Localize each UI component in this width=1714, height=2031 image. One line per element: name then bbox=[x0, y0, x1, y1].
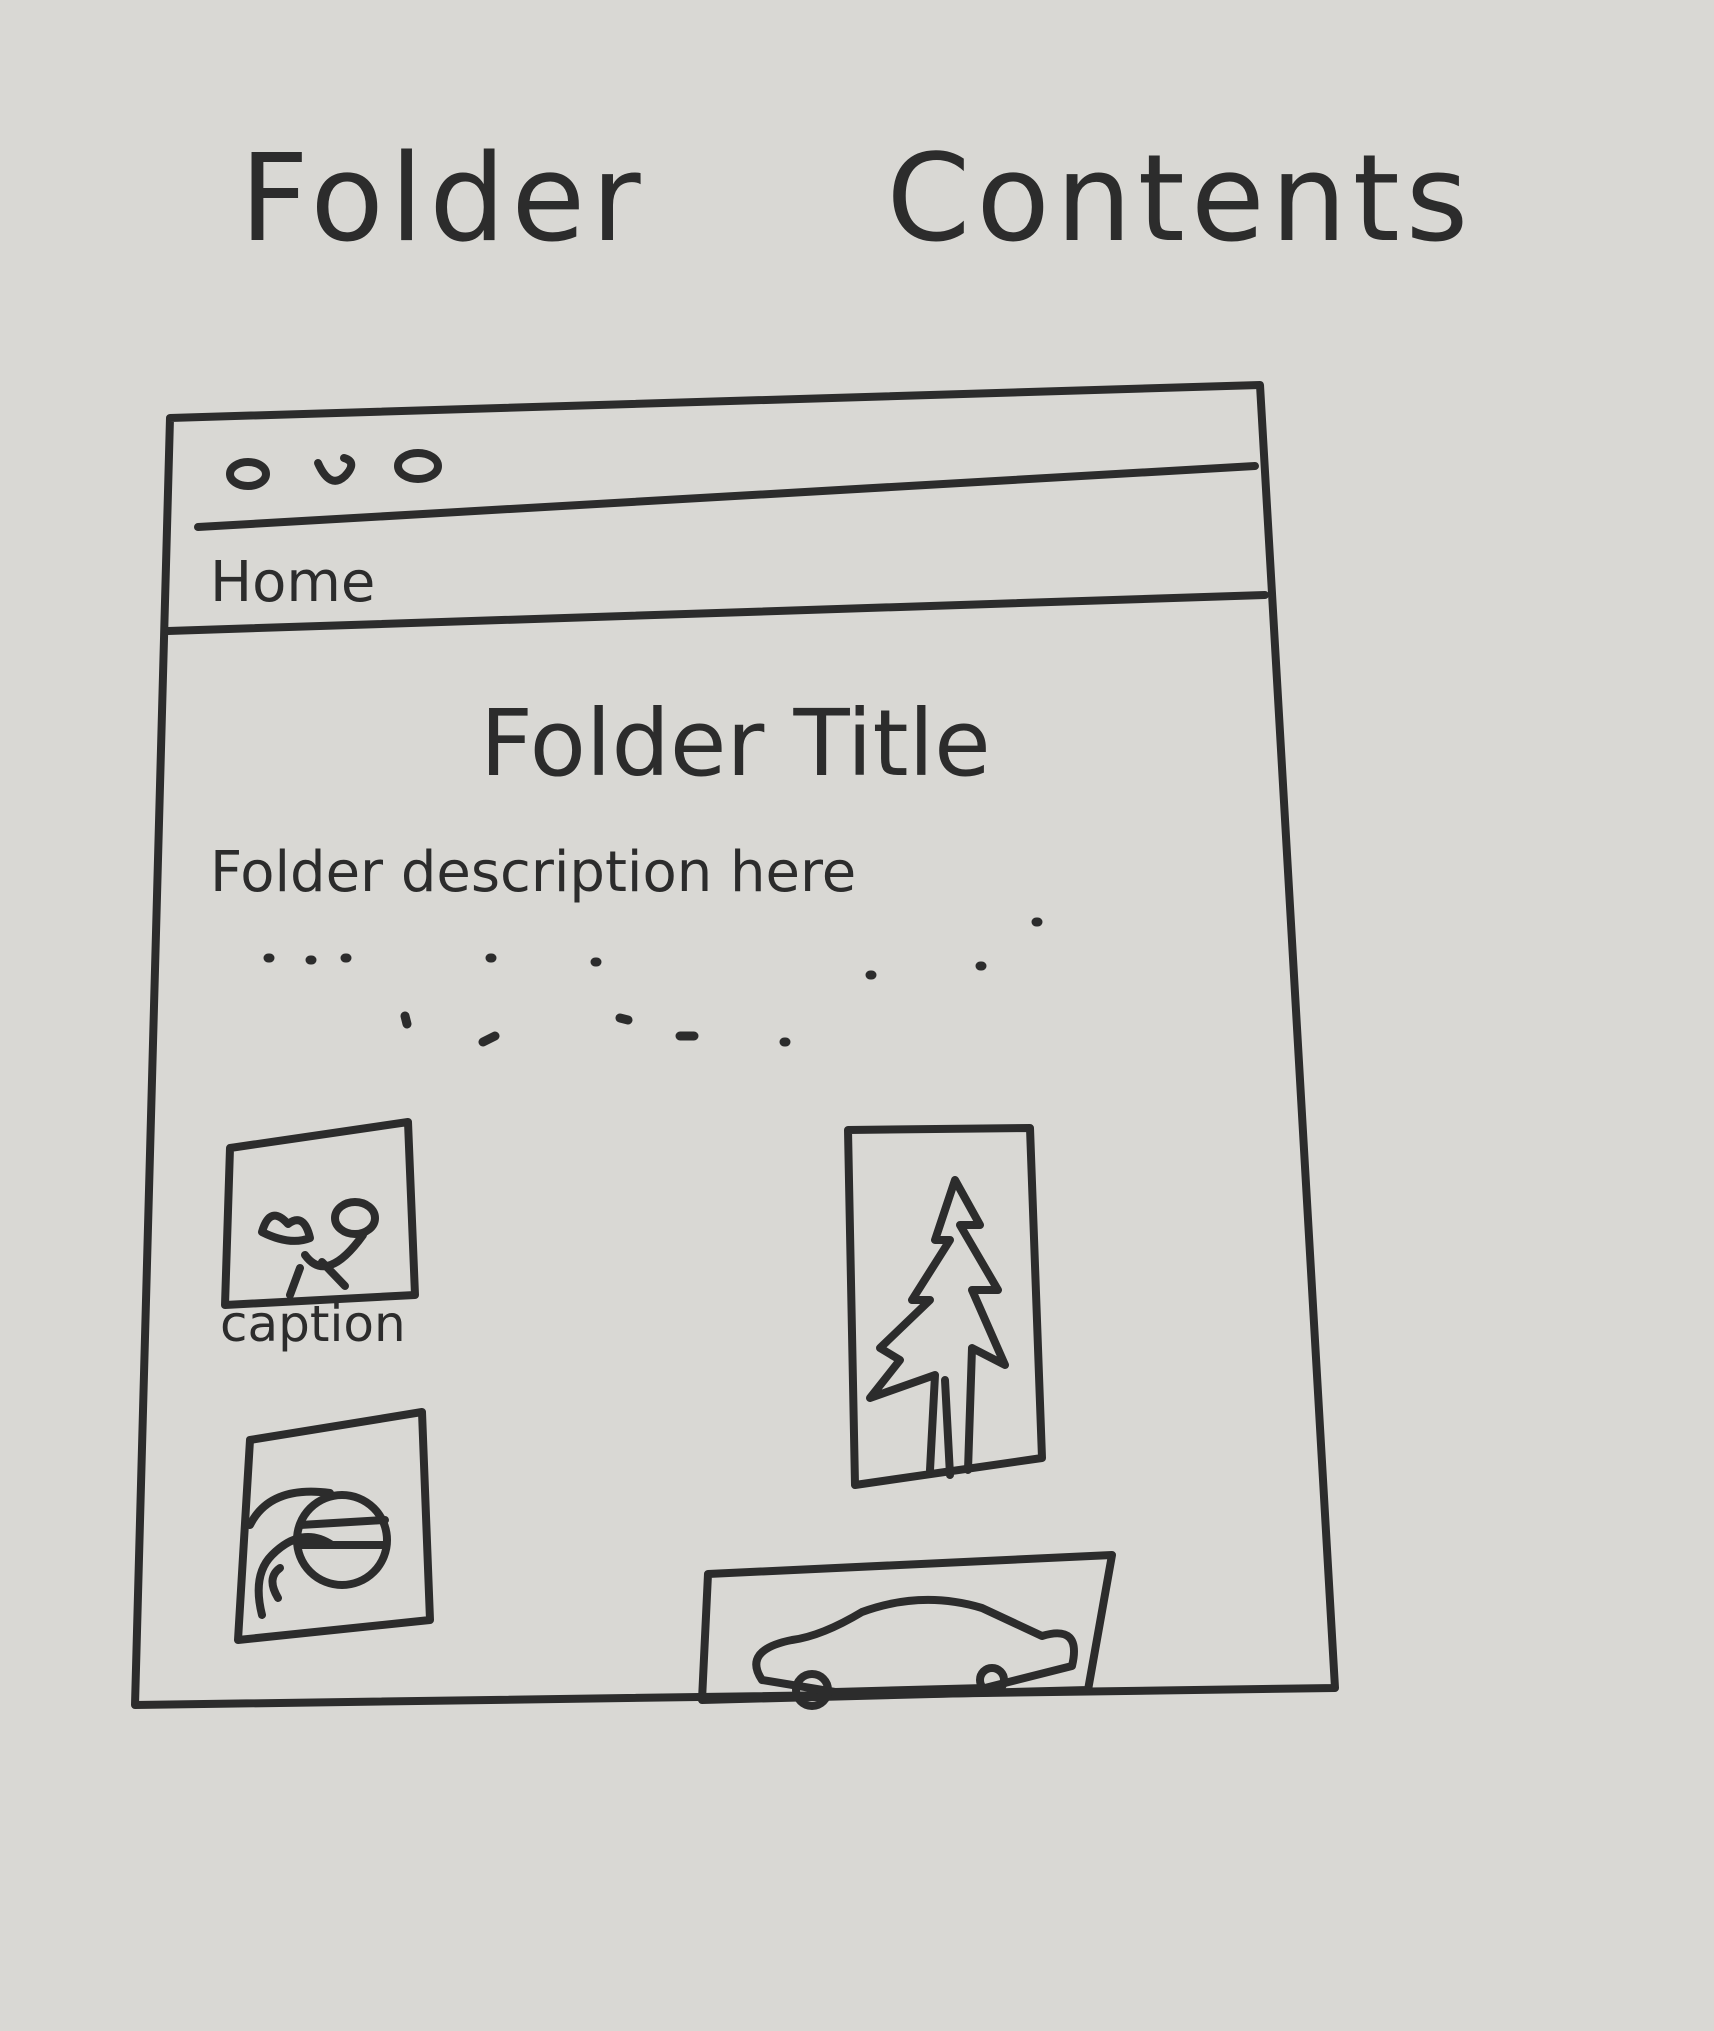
description-placeholder-dots bbox=[263, 917, 1043, 1047]
gallery-item-1[interactable] bbox=[221, 1118, 419, 1309]
wireframe-sketch bbox=[131, 381, 1339, 1710]
nav-home-link[interactable]: Home bbox=[210, 550, 375, 615]
gallery-item-1-caption: caption bbox=[220, 1295, 406, 1353]
window-control-circle-2[interactable] bbox=[314, 454, 356, 485]
window-control-circle-3[interactable] bbox=[394, 449, 442, 483]
folder-description: Folder description here bbox=[210, 840, 857, 905]
titlebar-divider bbox=[194, 462, 1259, 531]
thumbnail-frame-1 bbox=[221, 1118, 419, 1309]
gallery-item-2[interactable] bbox=[844, 1124, 1046, 1489]
face-icon bbox=[258, 1198, 379, 1299]
hand-ball-icon bbox=[246, 1487, 391, 1619]
gallery-item-3[interactable] bbox=[234, 1408, 434, 1644]
folder-title: Folder Title bbox=[480, 690, 991, 797]
tree-icon bbox=[866, 1176, 1009, 1479]
window-control-circle-1[interactable] bbox=[226, 458, 270, 490]
gallery-item-4[interactable] bbox=[698, 1551, 1116, 1710]
